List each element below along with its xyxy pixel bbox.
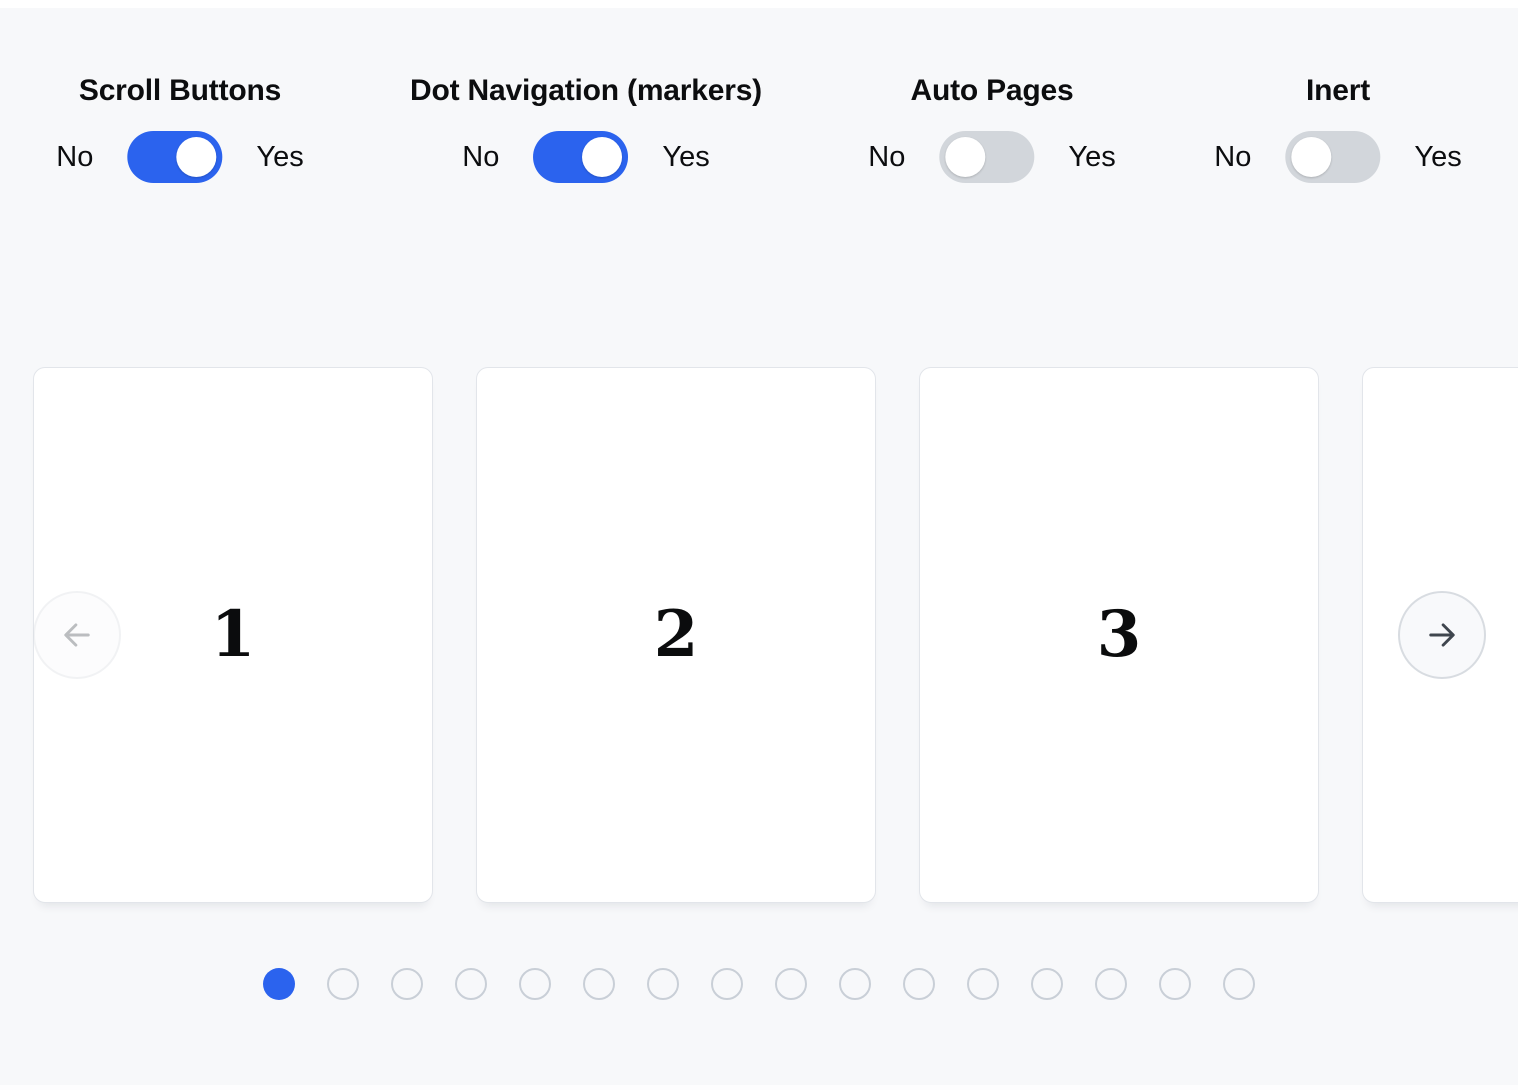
dot-indicator-active[interactable] xyxy=(263,968,295,1000)
page-edge-bottom xyxy=(0,1085,1518,1090)
dot-indicator[interactable] xyxy=(391,968,423,1000)
carousel-track[interactable]: 1234 xyxy=(0,0,1518,1090)
page-edge-top xyxy=(0,0,1518,8)
dot-indicator[interactable] xyxy=(711,968,743,1000)
previous-page-button[interactable] xyxy=(33,591,121,679)
next-page-button[interactable] xyxy=(1398,591,1486,679)
card-number: 1 xyxy=(211,603,256,667)
arrow-right-icon xyxy=(1424,617,1460,653)
dot-navigation xyxy=(263,968,1255,1000)
dot-indicator[interactable] xyxy=(839,968,871,1000)
carousel-card: 2 xyxy=(476,367,876,903)
card-number: 2 xyxy=(654,603,699,667)
carousel-demo-page: Scroll Buttons No Yes Dot Navigation (ma… xyxy=(0,0,1518,1090)
dot-indicator[interactable] xyxy=(519,968,551,1000)
carousel: 1234 xyxy=(0,0,1518,1090)
dot-indicator[interactable] xyxy=(967,968,999,1000)
dot-indicator[interactable] xyxy=(903,968,935,1000)
dot-indicator[interactable] xyxy=(1159,968,1191,1000)
dot-indicator[interactable] xyxy=(455,968,487,1000)
arrow-left-icon xyxy=(59,617,95,653)
card-number: 3 xyxy=(1097,603,1142,667)
dot-indicator[interactable] xyxy=(647,968,679,1000)
carousel-card: 3 xyxy=(919,367,1319,903)
dot-indicator[interactable] xyxy=(1031,968,1063,1000)
dot-indicator[interactable] xyxy=(1095,968,1127,1000)
dot-indicator[interactable] xyxy=(775,968,807,1000)
dot-indicator[interactable] xyxy=(327,968,359,1000)
dot-indicator[interactable] xyxy=(1223,968,1255,1000)
dot-indicator[interactable] xyxy=(583,968,615,1000)
